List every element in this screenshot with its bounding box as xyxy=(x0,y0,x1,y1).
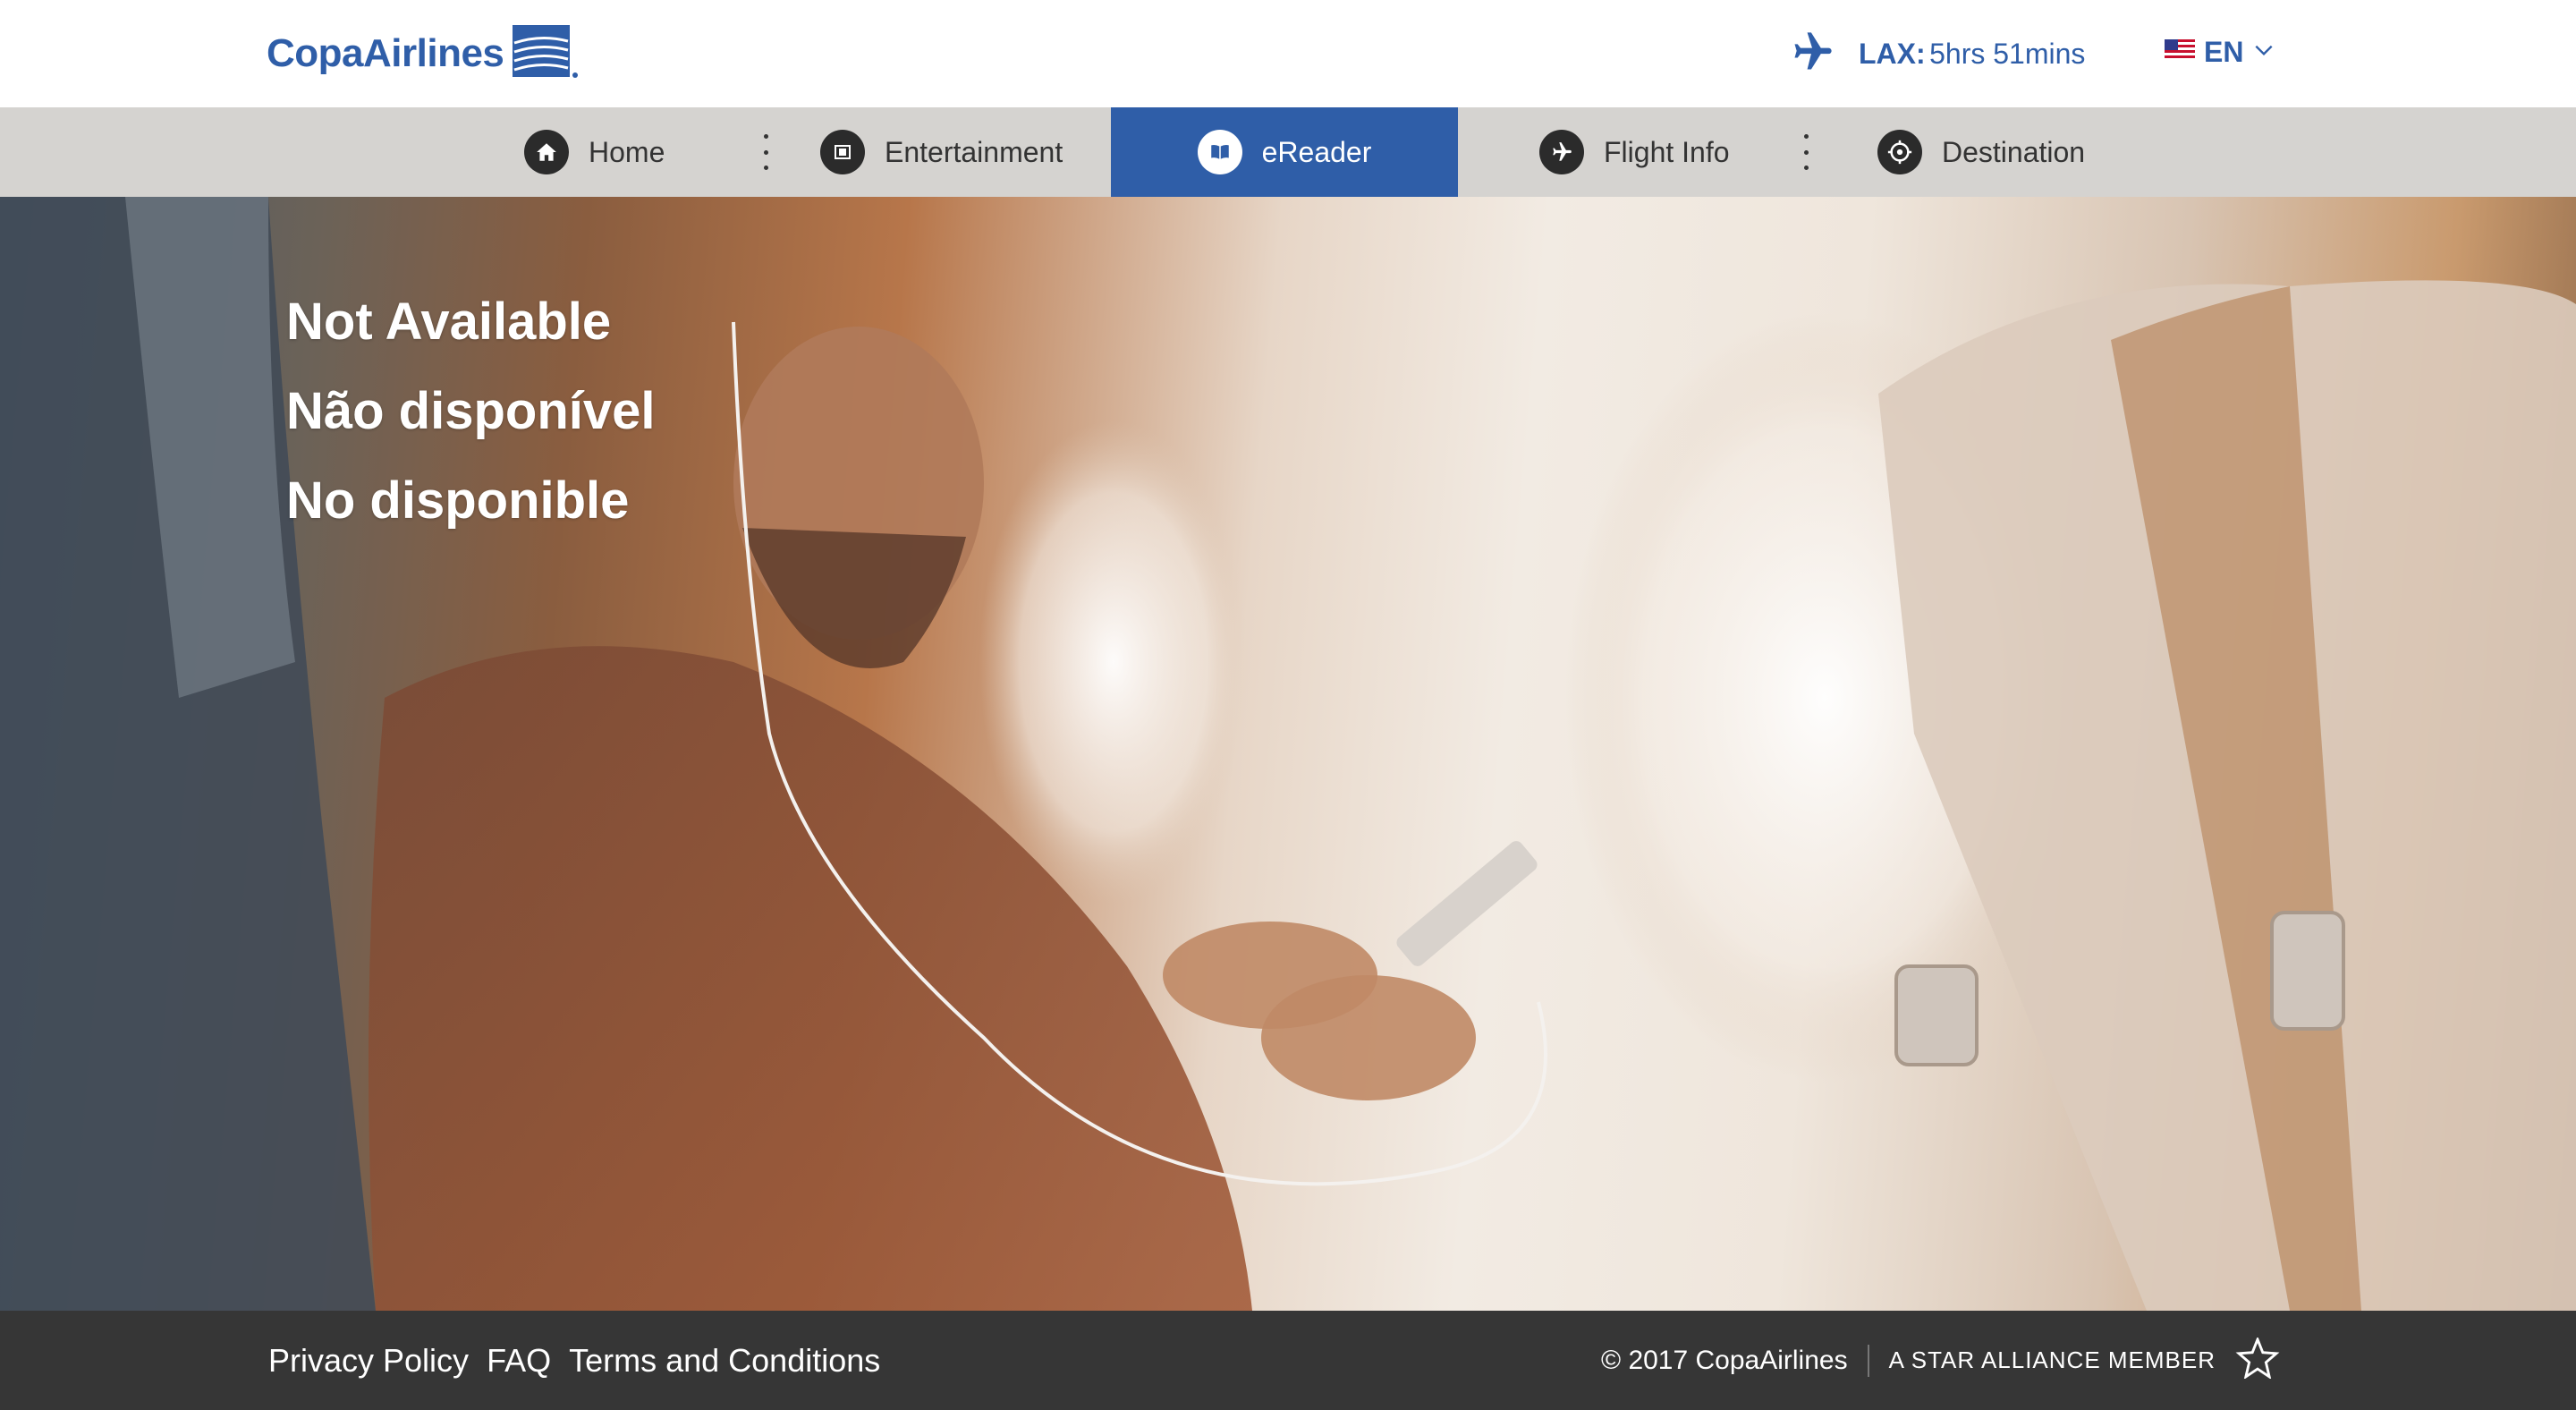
language-code: EN xyxy=(2204,35,2244,68)
nav-item-ereader[interactable]: eReader xyxy=(1111,107,1458,197)
message-es: No disponible xyxy=(286,471,630,530)
nav-label-flight-info: Flight Info xyxy=(1604,135,1730,168)
footer-links: Privacy Policy FAQ Terms and Conditions xyxy=(268,1311,880,1410)
copyright: © 2017 CopaAirlines xyxy=(1601,1345,1848,1375)
nav-label-entertainment: Entertainment xyxy=(885,135,1063,168)
copa-logo[interactable]: CopaAirlines xyxy=(267,23,582,85)
main-nav: Home Entertainment eReader Flight Info D… xyxy=(0,107,2576,197)
nav-label-home: Home xyxy=(589,135,665,168)
book-icon xyxy=(1197,130,1242,174)
hero-banner: Not Available Não disponível No disponib… xyxy=(0,197,2576,1311)
flight-route: LAX: xyxy=(1859,37,1926,70)
nav-more-menu[interactable] xyxy=(1801,134,1810,170)
faq-link[interactable]: FAQ xyxy=(487,1342,551,1380)
nav-more-menu[interactable] xyxy=(761,134,770,170)
film-icon xyxy=(820,130,865,174)
nav-item-home[interactable]: Home xyxy=(524,107,665,197)
privacy-policy-link[interactable]: Privacy Policy xyxy=(268,1342,469,1380)
top-header: CopaAirlines LAX: 5hrs 51mins EN xyxy=(0,0,2576,107)
terms-link[interactable]: Terms and Conditions xyxy=(569,1342,880,1380)
brand-name: CopaAirlines xyxy=(267,31,504,75)
airplane-icon xyxy=(1789,29,1835,80)
star-alliance-icon xyxy=(2235,1336,2280,1383)
star-alliance-text: A STAR ALLIANCE MEMBER xyxy=(1888,1346,2216,1373)
flight-status: LAX: 5hrs 51mins xyxy=(1789,30,2085,77)
nav-label-ereader: eReader xyxy=(1261,135,1372,168)
language-selector[interactable]: EN xyxy=(2165,32,2275,72)
copa-globe-icon xyxy=(511,23,582,85)
target-icon xyxy=(1877,130,1922,174)
nav-item-flight-info[interactable]: Flight Info xyxy=(1539,107,1730,197)
chevron-down-icon xyxy=(2252,38,2275,66)
footer-divider xyxy=(1867,1344,1869,1377)
nav-item-entertainment[interactable]: Entertainment xyxy=(820,107,1063,197)
us-flag-icon xyxy=(2165,38,2195,65)
footer-right: © 2017 CopaAirlines A STAR ALLIANCE MEMB… xyxy=(1601,1311,2280,1410)
flight-time-remaining: 5hrs 51mins xyxy=(1929,37,2086,70)
message-pt: Não disponível xyxy=(286,382,656,440)
nav-label-destination: Destination xyxy=(1942,135,2086,168)
unavailable-messages: Not Available Não disponível No disponib… xyxy=(286,277,656,546)
nav-item-destination[interactable]: Destination xyxy=(1877,107,2085,197)
footer: Privacy Policy FAQ Terms and Conditions … xyxy=(0,1311,2576,1410)
home-icon xyxy=(524,130,569,174)
message-en: Not Available xyxy=(286,293,612,351)
airplane-icon xyxy=(1539,130,1584,174)
